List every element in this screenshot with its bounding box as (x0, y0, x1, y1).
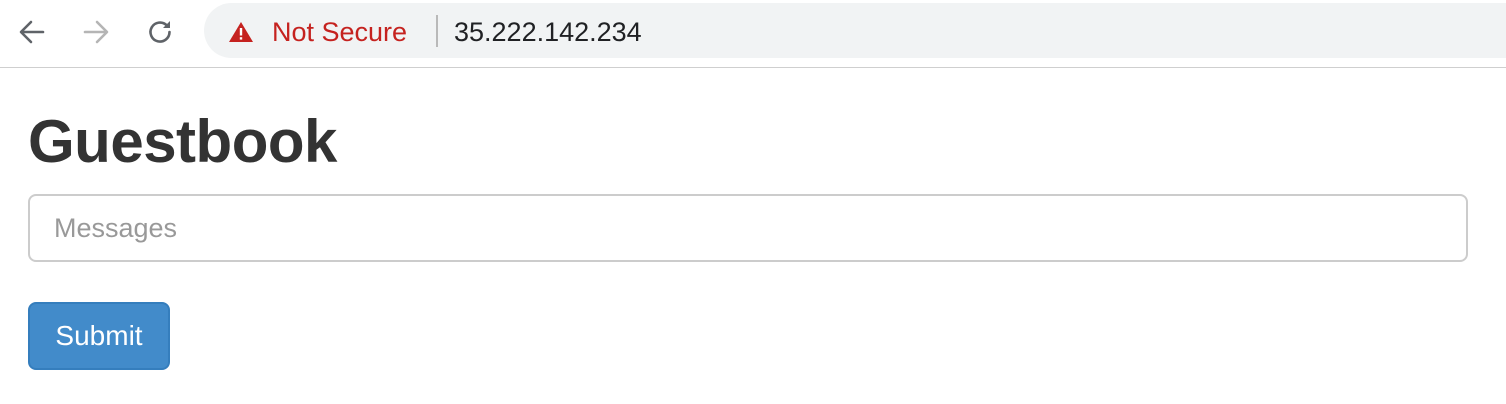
url-text[interactable]: 35.222.142.234 (454, 17, 642, 47)
warning-triangle-icon (229, 22, 253, 42)
address-separator (436, 15, 438, 47)
address-bar[interactable]: Not Secure 35.222.142.234 (204, 3, 1506, 58)
reload-icon (149, 21, 171, 43)
page-title: Guestbook (28, 108, 337, 175)
messages-input[interactable] (28, 194, 1468, 262)
reload-button[interactable] (142, 14, 178, 50)
browser-toolbar: Not Secure 35.222.142.234 (0, 0, 1506, 68)
arrow-left-icon (19, 20, 45, 44)
back-button[interactable] (14, 14, 50, 50)
submit-button[interactable]: Submit (28, 302, 170, 370)
forward-button[interactable] (78, 14, 114, 50)
security-status-label[interactable]: Not Secure (272, 17, 407, 47)
arrow-right-icon (83, 20, 109, 44)
